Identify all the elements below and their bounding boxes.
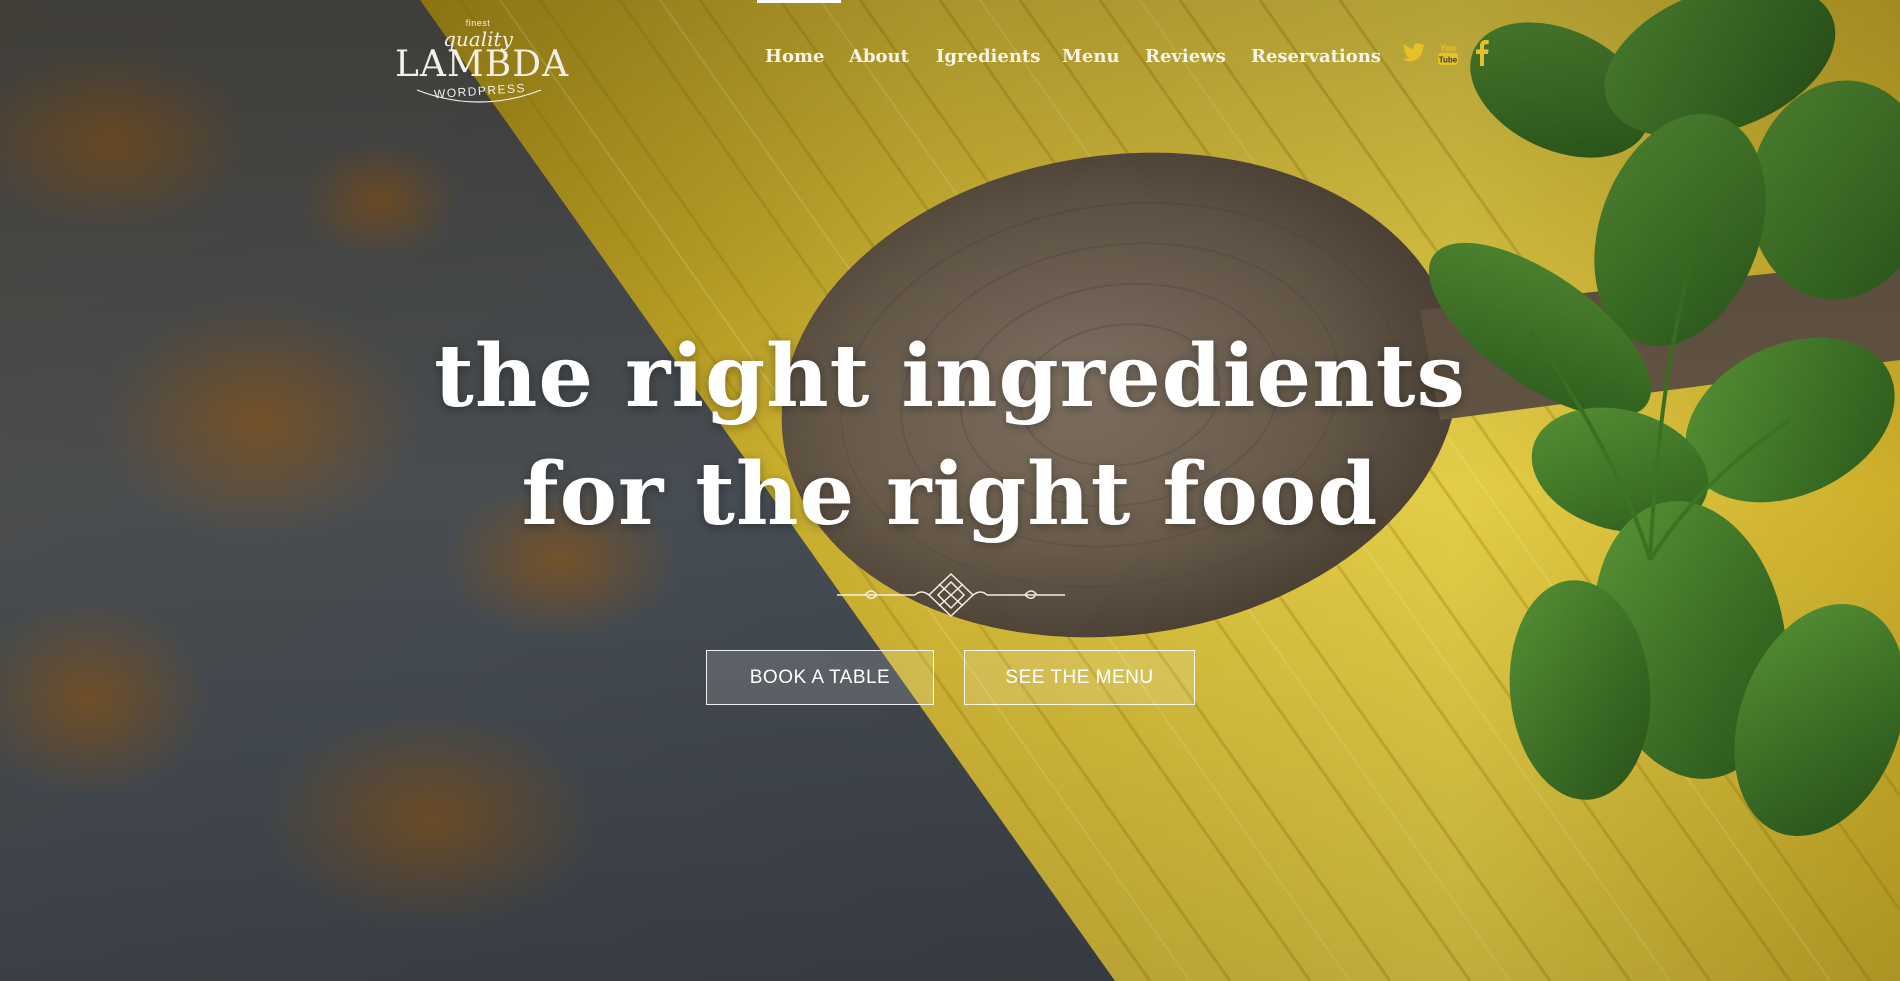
nav-item-home[interactable]: Home xyxy=(765,46,825,67)
hero-headline-line-2: for the right food xyxy=(521,444,1379,545)
hero-headline: the right ingredients for the right food xyxy=(0,318,1900,554)
see-menu-button[interactable]: SEE THE MENU xyxy=(964,650,1195,705)
svg-text:You: You xyxy=(1440,43,1456,53)
facebook-icon[interactable] xyxy=(1475,40,1489,71)
logo-brand: LAMBDA xyxy=(395,44,570,85)
ornament-divider-icon xyxy=(837,572,1065,618)
site-logo[interactable]: finest quality LAMBDA WORDPRESS xyxy=(395,12,570,108)
book-table-button[interactable]: BOOK A TABLE xyxy=(706,650,934,705)
twitter-icon[interactable] xyxy=(1402,42,1426,69)
hero-section: finest quality LAMBDA WORDPRESS Home Abo… xyxy=(0,0,1900,981)
nav-item-reviews[interactable]: Reviews xyxy=(1145,46,1226,67)
nav-item-menu[interactable]: Menu xyxy=(1062,46,1120,67)
nav-item-reservations[interactable]: Reservations xyxy=(1251,46,1381,67)
nav-item-about[interactable]: About xyxy=(849,46,909,67)
youtube-icon[interactable]: You Tube xyxy=(1437,42,1459,71)
active-nav-indicator xyxy=(757,0,841,3)
hero-headline-line-1: the right ingredients xyxy=(434,326,1466,427)
nav-item-ingredients[interactable]: Igredients xyxy=(936,46,1040,67)
svg-text:Tube: Tube xyxy=(1439,56,1458,65)
